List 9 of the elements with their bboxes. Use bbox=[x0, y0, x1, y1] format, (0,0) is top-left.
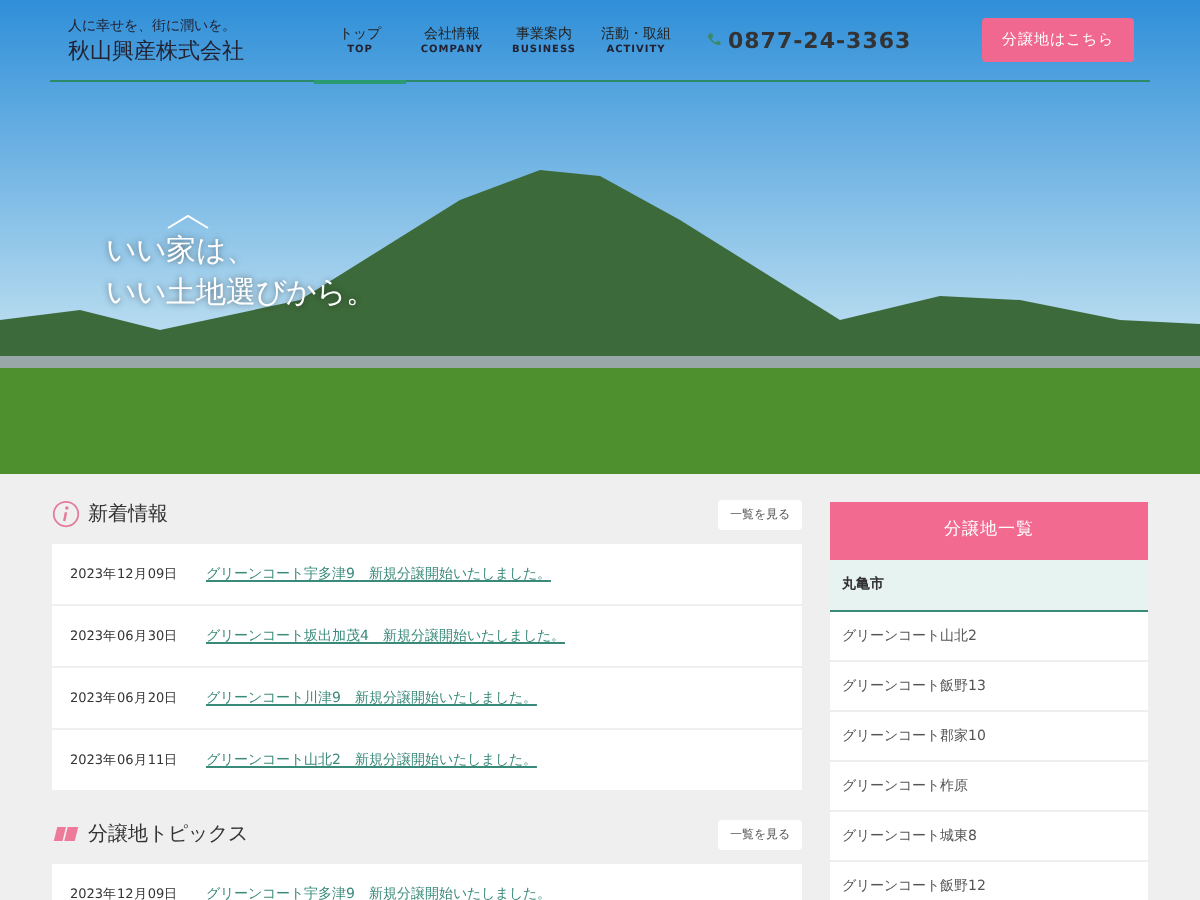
info-icon bbox=[52, 500, 80, 528]
section-title: 分譲地トピックス bbox=[88, 821, 248, 848]
hero-copy: いい家は、 bbox=[106, 230, 256, 272]
phone-icon bbox=[706, 32, 722, 48]
phone-number: 0877-24-3363 bbox=[728, 27, 912, 53]
section-title: 新着情報 bbox=[88, 501, 168, 528]
company-name: 秋山興産株式会社 bbox=[68, 35, 246, 65]
roof-icon bbox=[166, 214, 210, 230]
sidebar-title: 分譲地一覧 bbox=[830, 502, 1148, 560]
